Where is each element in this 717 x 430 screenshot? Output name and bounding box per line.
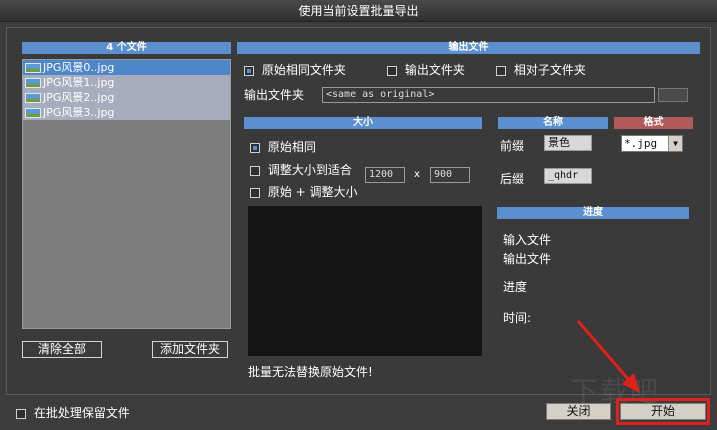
annotation-arrow <box>576 320 640 393</box>
